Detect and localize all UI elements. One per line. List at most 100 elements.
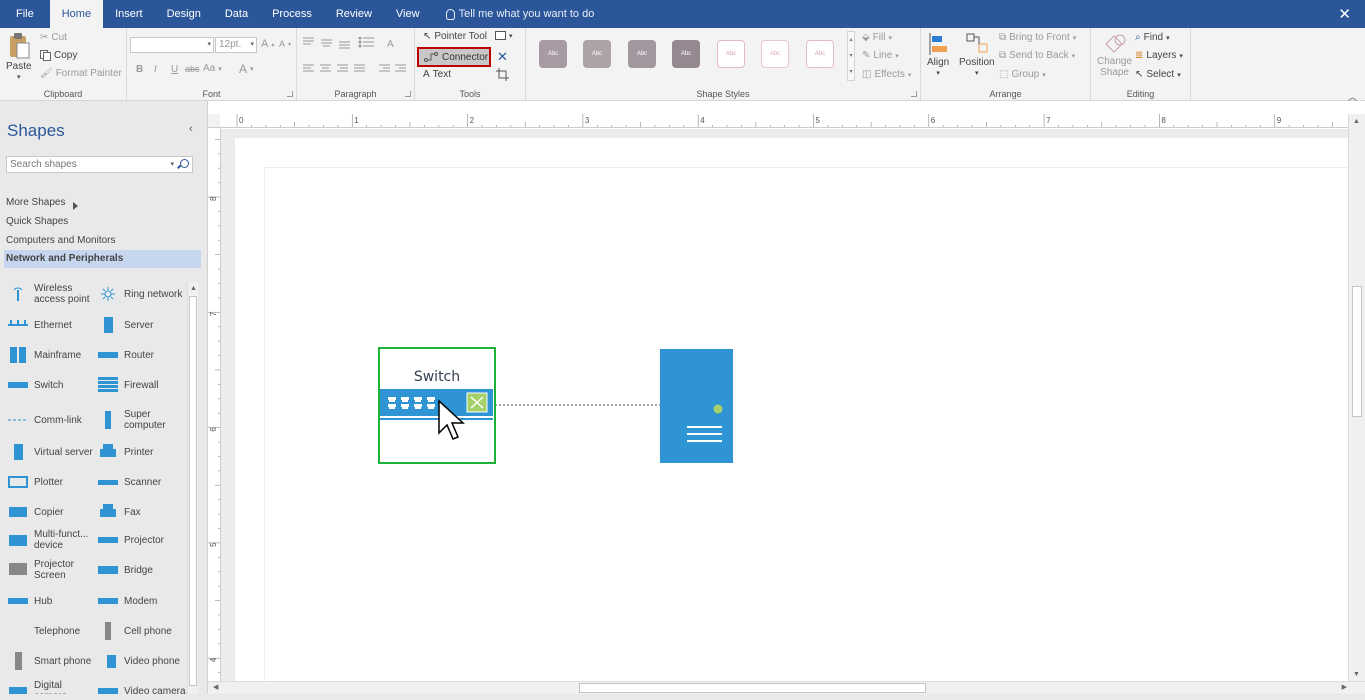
scroll-up-icon[interactable]: ▲ [190, 285, 197, 292]
tab-home[interactable]: Home [49, 0, 104, 28]
shape-item[interactable]: Switch [8, 378, 63, 392]
shape-item[interactable]: Printer [98, 444, 153, 459]
shape-item[interactable]: Ring network [98, 287, 182, 301]
server-shape[interactable] [660, 349, 733, 463]
shape-item[interactable]: Modem [98, 594, 157, 608]
connector-button[interactable]: Connector [417, 47, 491, 67]
italic-button[interactable]: I [154, 64, 157, 75]
fill-button[interactable]: ⬙ Fill ▾ [862, 32, 892, 43]
pointer-tool-button[interactable]: ↖ Pointer Tool [423, 31, 487, 42]
effects-button[interactable]: ◫ Effects ▾ [862, 69, 911, 80]
shape-style-5[interactable]: Abc [717, 40, 745, 68]
shape-item[interactable]: Scanner [98, 475, 161, 489]
line-button[interactable]: ✎ Line ▾ [862, 50, 899, 61]
quick-shapes-link[interactable]: Quick Shapes [6, 216, 68, 227]
tab-data[interactable]: Data [213, 0, 260, 28]
shape-item[interactable]: Ethernet [8, 318, 72, 332]
shape-item[interactable]: Telephone [8, 624, 80, 638]
shape-style-7[interactable]: Abc [806, 40, 834, 68]
tab-review[interactable]: Review [324, 0, 384, 28]
shape-item[interactable]: Comm-link [8, 413, 82, 427]
tab-insert[interactable]: Insert [103, 0, 155, 28]
shape-item[interactable]: Fax [98, 504, 141, 519]
scroll-right-icon[interactable]: ▶ [1342, 683, 1347, 691]
tell-me-search[interactable]: Tell me what you want to do [432, 0, 594, 28]
shape-style-3[interactable]: Abc [628, 40, 656, 68]
shape-item[interactable]: Router [98, 348, 154, 362]
shape-item[interactable]: Copier [8, 505, 63, 519]
shape-item[interactable]: Cell phone [98, 622, 172, 640]
shape-item[interactable]: Video phone [98, 654, 180, 668]
tab-process[interactable]: Process [260, 0, 324, 28]
crop-tool-icon[interactable] [496, 68, 509, 81]
shape-item[interactable]: Projector Screen [8, 559, 74, 581]
shape-styles-gallery-scroll[interactable]: ▴ ▾ ▾ [847, 31, 855, 81]
strikethrough-button[interactable]: abc [185, 64, 200, 74]
shape-style-4[interactable]: Abc [672, 40, 700, 68]
tab-design[interactable]: Design [155, 0, 213, 28]
font-dialog-launcher-icon[interactable] [287, 91, 293, 97]
search-shapes-input[interactable]: Search shapes ▾ [6, 156, 193, 173]
more-shapes-link[interactable]: More Shapes [6, 197, 65, 208]
shape-item[interactable]: Plotter [8, 475, 63, 489]
shape-item[interactable]: Wireless access point [8, 283, 90, 305]
tab-file[interactable]: File [0, 0, 50, 28]
shape-item[interactable]: Smart phone [8, 652, 91, 670]
font-color-button[interactable]: A ▾ [239, 62, 254, 76]
switch-shape[interactable]: Switch [378, 347, 496, 464]
bold-button[interactable]: B [136, 64, 143, 75]
position-button[interactable]: Position ▾ [959, 32, 995, 77]
paste-button[interactable]: Paste ▾ [6, 32, 32, 81]
close-x-icon[interactable]: ✕ [497, 49, 508, 65]
shape-item[interactable]: Virtual server [8, 444, 93, 460]
shape-style-2[interactable]: Abc [583, 40, 611, 68]
chevron-left-icon[interactable]: ‹ [189, 123, 193, 135]
send-to-back-button[interactable]: ⧉ Send to Back ▾ [999, 50, 1075, 61]
shape-item[interactable]: Multi-funct... device [8, 529, 88, 551]
format-painter-button[interactable]: 🖌 Format Painter [40, 68, 122, 79]
layers-button[interactable]: ≣ Layers ▾ [1135, 50, 1183, 61]
tab-view[interactable]: View [384, 0, 432, 28]
font-size-combo[interactable]: 12pt. ▾ [215, 37, 257, 53]
change-shape-button[interactable]: Change Shape [1097, 32, 1132, 78]
chevron-down-icon[interactable]: ▾ [170, 157, 174, 172]
underline-button[interactable]: U [171, 64, 178, 75]
canvas-horizontal-scrollbar[interactable]: ◀ ▶ [208, 681, 1365, 694]
cut-button[interactable]: ✂ Cut [40, 32, 67, 43]
network-peripherals-link[interactable]: Network and Peripherals [4, 250, 201, 268]
scroll-left-icon[interactable]: ◀ [213, 683, 218, 691]
shape-item[interactable]: Super computer [98, 409, 166, 431]
canvas-vertical-scrollbar[interactable]: ▲ ▼ [1348, 114, 1365, 681]
search-icon[interactable] [180, 159, 189, 168]
font-name-combo[interactable]: ▾ [130, 37, 214, 53]
shape-item[interactable]: Projector [98, 533, 164, 547]
change-case-button[interactable]: Aa ▾ [203, 63, 222, 74]
find-button[interactable]: ⌕ Find ▾ [1135, 32, 1170, 43]
shape-style-6[interactable]: Abc [761, 40, 789, 68]
drawing-canvas[interactable]: Switch [221, 129, 1348, 681]
scroll-down-icon[interactable]: ▼ [1353, 671, 1360, 678]
shape-item[interactable]: Mainframe [8, 347, 81, 363]
select-button[interactable]: ↖ Select ▾ [1135, 69, 1181, 80]
scrollbar-thumb[interactable] [579, 683, 926, 693]
grow-font-button[interactable]: A ▴ [261, 38, 274, 50]
shrink-font-button[interactable]: A ▾ [279, 39, 291, 49]
rectangle-tool-button[interactable]: ▾ [495, 31, 513, 40]
shape-item[interactable]: Firewall [98, 377, 158, 392]
shape-styles-dialog-launcher-icon[interactable] [911, 91, 917, 97]
shape-style-1[interactable]: Abc [539, 40, 567, 68]
group-button[interactable]: ⬚ Group ▾ [999, 69, 1046, 80]
scrollbar-thumb[interactable] [189, 296, 197, 686]
close-icon[interactable]: ✕ [1338, 5, 1351, 23]
shape-item[interactable]: Server [98, 317, 153, 333]
align-button[interactable]: Align ▾ [927, 32, 949, 77]
scrollbar-thumb[interactable] [1352, 286, 1362, 417]
shape-item[interactable]: Bridge [98, 563, 153, 577]
shape-item[interactable]: Hub [8, 594, 52, 608]
scroll-up-icon[interactable]: ▲ [1353, 118, 1360, 125]
collapse-ribbon-icon[interactable]: ︿ [1348, 90, 1357, 103]
paragraph-dialog-launcher-icon[interactable] [405, 91, 411, 97]
chevron-right-icon[interactable] [73, 202, 78, 210]
copy-button[interactable]: Copy [40, 50, 77, 61]
bring-to-front-button[interactable]: ⧉ Bring to Front ▾ [999, 32, 1076, 43]
